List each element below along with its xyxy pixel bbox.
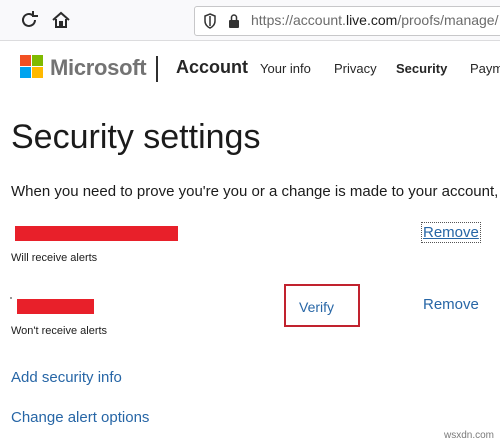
intro-text: When you need to prove you're you or a c…	[11, 183, 500, 200]
site-header: Microsoft Account Your info Privacy Secu…	[0, 41, 500, 96]
microsoft-logo-icon[interactable]	[20, 55, 43, 78]
nav-security[interactable]: Security	[396, 61, 447, 76]
nav-your-info[interactable]: Your info	[260, 61, 311, 76]
redacted-contact	[15, 226, 178, 241]
reload-icon[interactable]	[18, 9, 40, 31]
change-alert-options-link[interactable]: Change alert options	[11, 409, 149, 426]
verify-highlight-box: Verify	[284, 284, 360, 327]
remove-link[interactable]: Remove	[421, 222, 481, 243]
tracking-shield-icon[interactable]	[203, 13, 217, 29]
brand-name[interactable]: Microsoft	[50, 55, 147, 81]
nav-payment[interactable]: Paym	[470, 61, 500, 76]
verify-link[interactable]: Verify	[299, 299, 334, 315]
lock-icon[interactable]	[228, 13, 240, 29]
remove-link[interactable]: Remove	[423, 296, 479, 313]
watermark: wsxdn.com	[443, 430, 494, 441]
alert-status: Won't receive alerts	[11, 325, 108, 337]
address-bar[interactable]: https://account.live.com/proofs/manage/	[194, 6, 500, 36]
nav-privacy[interactable]: Privacy	[334, 61, 377, 76]
bullet-dot	[10, 297, 12, 299]
home-icon[interactable]	[50, 9, 72, 31]
redacted-contact	[17, 299, 94, 314]
account-title[interactable]: Account	[176, 57, 248, 78]
alert-status: Will receive alerts	[11, 252, 98, 264]
header-divider	[156, 56, 158, 82]
browser-toolbar: https://account.live.com/proofs/manage/	[0, 0, 500, 41]
add-security-info-link[interactable]: Add security info	[11, 369, 122, 386]
page-title: Security settings	[11, 118, 261, 156]
url-text: https://account.live.com/proofs/manage/	[251, 12, 499, 28]
